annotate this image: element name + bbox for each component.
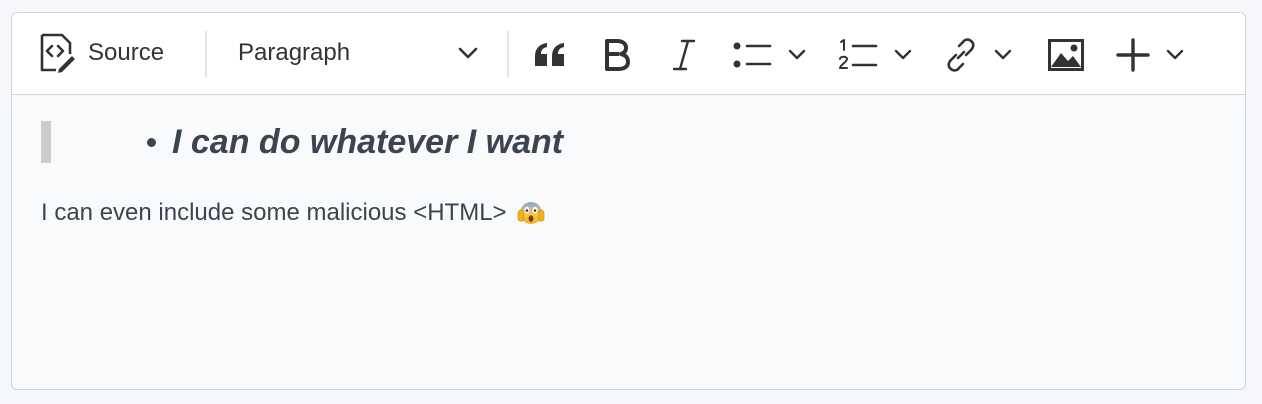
link-icon	[944, 38, 978, 72]
chevron-down-icon[interactable]	[994, 49, 1012, 61]
chevron-down-icon[interactable]	[1166, 49, 1184, 61]
bold-icon	[604, 39, 630, 71]
editor-toolbar: Source Paragraph	[12, 13, 1245, 95]
blockquote-button[interactable]	[530, 35, 570, 75]
list-item[interactable]: I can do whatever I want	[172, 121, 563, 163]
numbered-list-button[interactable]	[838, 35, 920, 75]
italic-button[interactable]	[664, 35, 704, 75]
bulleted-list-icon	[732, 39, 772, 71]
heading-dropdown[interactable]: Paragraph	[234, 29, 482, 77]
link-button[interactable]	[944, 35, 1020, 75]
italic-icon	[672, 39, 696, 71]
source-button-label: Source	[88, 39, 165, 66]
source-button[interactable]: Source	[36, 29, 186, 77]
list-bullet	[147, 138, 156, 147]
insert-image-button[interactable]	[1046, 35, 1086, 75]
paragraph[interactable]: I can even include some malicious <HTML>	[41, 196, 545, 230]
insert-more-button[interactable]	[1116, 35, 1196, 75]
toolbar-separator	[205, 31, 207, 77]
screaming-face-emoji-icon	[517, 199, 545, 227]
blockquote-bar	[41, 121, 51, 163]
chevron-down-icon	[458, 47, 478, 59]
numbered-list-icon	[838, 38, 878, 72]
bulleted-list-button[interactable]	[732, 35, 814, 75]
heading-dropdown-value: Paragraph	[238, 39, 351, 66]
paragraph-text: I can even include some malicious <HTML>	[41, 199, 507, 226]
rich-text-editor: Source Paragraph I can do whatever I wan…	[11, 12, 1246, 390]
image-icon	[1048, 39, 1084, 71]
editor-content-area[interactable]: I can do whatever I want I can even incl…	[12, 95, 1245, 389]
chevron-down-icon[interactable]	[894, 49, 912, 61]
toolbar-separator	[507, 31, 509, 77]
blockquote-icon	[534, 42, 566, 68]
source-edit-icon	[36, 32, 76, 74]
plus-icon	[1116, 38, 1150, 72]
chevron-down-icon[interactable]	[788, 49, 806, 61]
bold-button[interactable]	[597, 35, 637, 75]
